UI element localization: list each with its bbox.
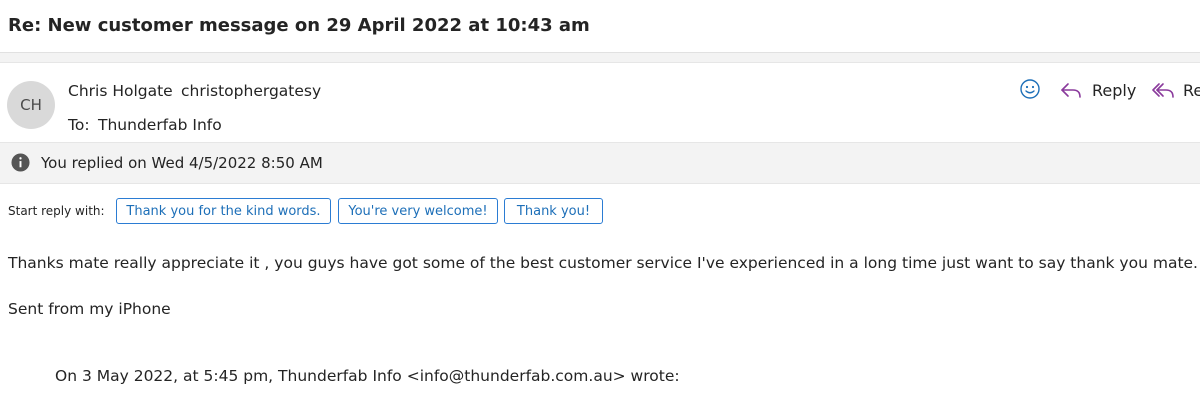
quoted-message-header: On 3 May 2022, at 5:45 pm, Thunderfab In… <box>55 367 680 385</box>
reply-button[interactable]: Reply <box>1060 78 1136 102</box>
reply-all-arrow-icon <box>1152 83 1174 98</box>
message-signature: Sent from my iPhone <box>8 300 171 318</box>
reply-label: Reply <box>1092 80 1137 100</box>
subject-bar: Re: New customer message on 29 April 202… <box>0 0 1200 53</box>
header-divider <box>0 53 1200 63</box>
suggested-reply-button[interactable]: Thank you! <box>504 198 603 224</box>
to-recipient[interactable]: Thunderfab Info <box>98 116 222 134</box>
to-label: To: <box>68 116 90 134</box>
start-reply-label: Start reply with: <box>8 204 105 218</box>
suggested-reply-button[interactable]: Thank you for the kind words. <box>116 198 331 224</box>
message-body-text: Thanks mate really appreciate it , you g… <box>8 254 1198 272</box>
info-icon <box>11 153 30 172</box>
sender-address[interactable]: christophergatesy <box>181 82 321 100</box>
reply-all-button[interactable]: Re <box>1152 78 1200 102</box>
replied-info-bar: You replied on Wed 4/5/2022 8:50 AM <box>0 142 1200 184</box>
reply-arrow-icon <box>1061 83 1081 98</box>
reply-all-label: Re <box>1183 80 1200 100</box>
sender-avatar[interactable]: CH <box>7 81 55 129</box>
sender-name[interactable]: Chris Holgate <box>68 82 173 100</box>
smiley-icon <box>1020 79 1040 99</box>
react-emoji-button[interactable] <box>1019 78 1041 100</box>
message-subject: Re: New customer message on 29 April 202… <box>8 15 590 36</box>
suggested-reply-button[interactable]: You're very welcome! <box>338 198 498 224</box>
replied-info-text: You replied on Wed 4/5/2022 8:50 AM <box>41 154 323 172</box>
